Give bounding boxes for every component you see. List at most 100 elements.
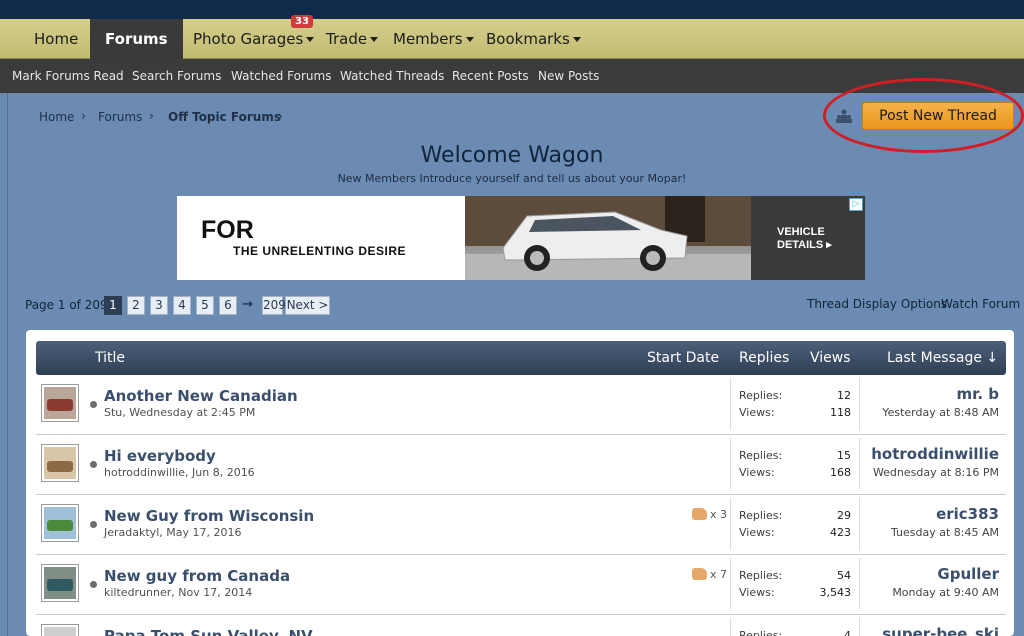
thread-title[interactable]: Papa Tom Sun Valley, NV [104, 627, 313, 636]
tab-members-label: Members [393, 30, 463, 48]
tab-forums[interactable]: Forums [90, 19, 183, 59]
ad-choices-icon[interactable]: ▷ [849, 198, 863, 211]
likes-count: x 3 [710, 508, 728, 521]
thread-meta: kiltedrunner, Nov 17, 2014 [104, 586, 253, 599]
thread-title[interactable]: New guy from Canada [104, 567, 290, 585]
table-row: Hi everybody hotroddinwillie, Jun 8, 201… [36, 435, 1006, 495]
views-label: Views: [739, 466, 775, 479]
ad-vehicle-details-link[interactable]: VEHICLE DETAILS ▸ [777, 226, 837, 252]
watch-forum-link[interactable]: Watch Forum [941, 297, 1020, 311]
breadcrumb-off-topic[interactable]: Off Topic Forums [168, 110, 281, 124]
thread-author[interactable]: Jeradaktyl [104, 526, 159, 539]
avatar[interactable] [41, 624, 79, 636]
chevron-down-icon [465, 37, 474, 42]
replies-count: 12 [837, 389, 851, 402]
page-link[interactable]: 6 [219, 296, 237, 315]
thread-title[interactable]: Another New Canadian [104, 387, 298, 405]
last-message-time[interactable]: Tuesday at 8:45 AM [891, 526, 999, 539]
thread-start-date: Wednesday at 2:45 PM [129, 406, 256, 419]
page-jump-icon[interactable]: → [242, 297, 253, 312]
subnav-search-forums[interactable]: Search Forums [132, 59, 221, 93]
top-strip [0, 0, 1024, 19]
tab-bookmarks-label: Bookmarks [486, 30, 570, 48]
tab-home[interactable]: Home [34, 19, 78, 59]
last-message-time[interactable]: Wednesday at 8:16 PM [873, 466, 999, 479]
tab-trade-label: Trade [326, 30, 368, 48]
avatar[interactable] [41, 564, 79, 602]
thread-title[interactable]: Hi everybody [104, 447, 216, 465]
avatar[interactable] [41, 444, 79, 482]
thread-title[interactable]: New Guy from Wisconsin [104, 507, 314, 525]
replies-label: Replies: [739, 449, 783, 462]
thread-display-options-link[interactable]: Thread Display Options [807, 297, 947, 311]
subnav-recent-posts[interactable]: Recent Posts [452, 59, 529, 93]
replies-label: Replies: [739, 629, 783, 636]
page-link[interactable]: 4 [173, 296, 191, 315]
page-link-last[interactable]: 209 [262, 296, 286, 315]
likes-indicator: x 3 [692, 508, 727, 521]
likes-indicator: x 7 [692, 568, 727, 581]
thread-start-date: May 17, 2016 [166, 526, 242, 539]
ad-banner[interactable]: FOR THE UNRELENTING DESIRE VEHICLE DETAI… [177, 196, 865, 280]
chevron-down-icon [306, 37, 315, 42]
thread-list-header: Title Start Date Replies Views Last Mess… [36, 341, 1006, 375]
views-count: 118 [830, 406, 851, 419]
last-message-user[interactable]: super-bee_ski [882, 625, 999, 636]
table-row: New Guy from Wisconsin Jeradaktyl, May 1… [36, 495, 1006, 555]
column-start-date[interactable]: Start Date [647, 341, 719, 375]
last-message-user[interactable]: mr. b [956, 385, 999, 403]
avatar-image [44, 507, 76, 539]
last-message-user[interactable]: hotroddinwillie [871, 445, 999, 463]
column-last-message[interactable]: Last Message ↓ [887, 341, 998, 375]
thread-stats: Replies: 29 Views: 423 [730, 498, 860, 550]
thread-author[interactable]: hotroddinwillie [104, 466, 185, 479]
subnav-new-posts[interactable]: New Posts [538, 59, 599, 93]
chevron-down-icon [370, 37, 379, 42]
subnav-watched-threads[interactable]: Watched Threads [340, 59, 444, 93]
page-link[interactable]: 3 [150, 296, 168, 315]
chevron-down-icon [572, 37, 581, 42]
likes-count: x 7 [710, 568, 728, 581]
thread-stats: Replies: 4 [730, 618, 860, 636]
ad-car-image [465, 196, 751, 280]
views-count: 423 [830, 526, 851, 539]
page-link[interactable]: 2 [127, 296, 145, 315]
last-message-time[interactable]: Monday at 9:40 AM [892, 586, 999, 599]
page-link[interactable]: 1 [104, 296, 122, 315]
subnav-watched-forums[interactable]: Watched Forums [231, 59, 331, 93]
replies-count: 4 [844, 629, 851, 636]
thread-start-date: Jun 8, 2016 [192, 466, 255, 479]
thread-start-date: Nov 17, 2014 [178, 586, 253, 599]
page-indicator: Page 1 of 209 [25, 298, 108, 312]
last-message-user[interactable]: eric383 [936, 505, 999, 523]
avatar-image [44, 387, 76, 419]
tab-photo-garages[interactable]: Photo Garages 33 [193, 15, 315, 59]
ad-tagline: THE UNRELENTING DESIRE [233, 244, 407, 258]
column-title[interactable]: Title [95, 341, 125, 375]
next-page-button[interactable]: Next > [285, 296, 330, 315]
breadcrumb-forums[interactable]: Forums [98, 110, 142, 124]
avatar[interactable] [41, 384, 79, 422]
last-message-time[interactable]: Yesterday at 8:48 AM [882, 406, 999, 419]
breadcrumb-home[interactable]: Home [39, 110, 74, 124]
views-label: Views: [739, 586, 775, 599]
thumbs-up-icon [692, 508, 707, 520]
breadcrumb-separator: › [81, 109, 86, 123]
avatar[interactable] [41, 504, 79, 542]
thread-meta: Stu, Wednesday at 2:45 PM [104, 406, 256, 419]
column-views[interactable]: Views [810, 341, 851, 375]
thread-author[interactable]: kiltedrunner [104, 586, 171, 599]
table-row: New guy from Canada kiltedrunner, Nov 17… [36, 555, 1006, 615]
subnav-mark-forums-read[interactable]: Mark Forums Read [12, 59, 124, 93]
tab-members[interactable]: Members [393, 19, 474, 59]
tab-bookmarks[interactable]: Bookmarks [486, 19, 581, 59]
annotation-circle [823, 78, 1024, 153]
thread-meta: hotroddinwillie, Jun 8, 2016 [104, 466, 255, 479]
thread-stats: Replies: 54 Views: 3,543 [730, 558, 860, 610]
tab-trade[interactable]: Trade [326, 19, 379, 59]
page-link[interactable]: 5 [196, 296, 214, 315]
thread-meta: Jeradaktyl, May 17, 2016 [104, 526, 242, 539]
column-replies[interactable]: Replies [739, 341, 789, 375]
last-message-user[interactable]: Gpuller [937, 565, 999, 583]
thread-author[interactable]: Stu [104, 406, 122, 419]
